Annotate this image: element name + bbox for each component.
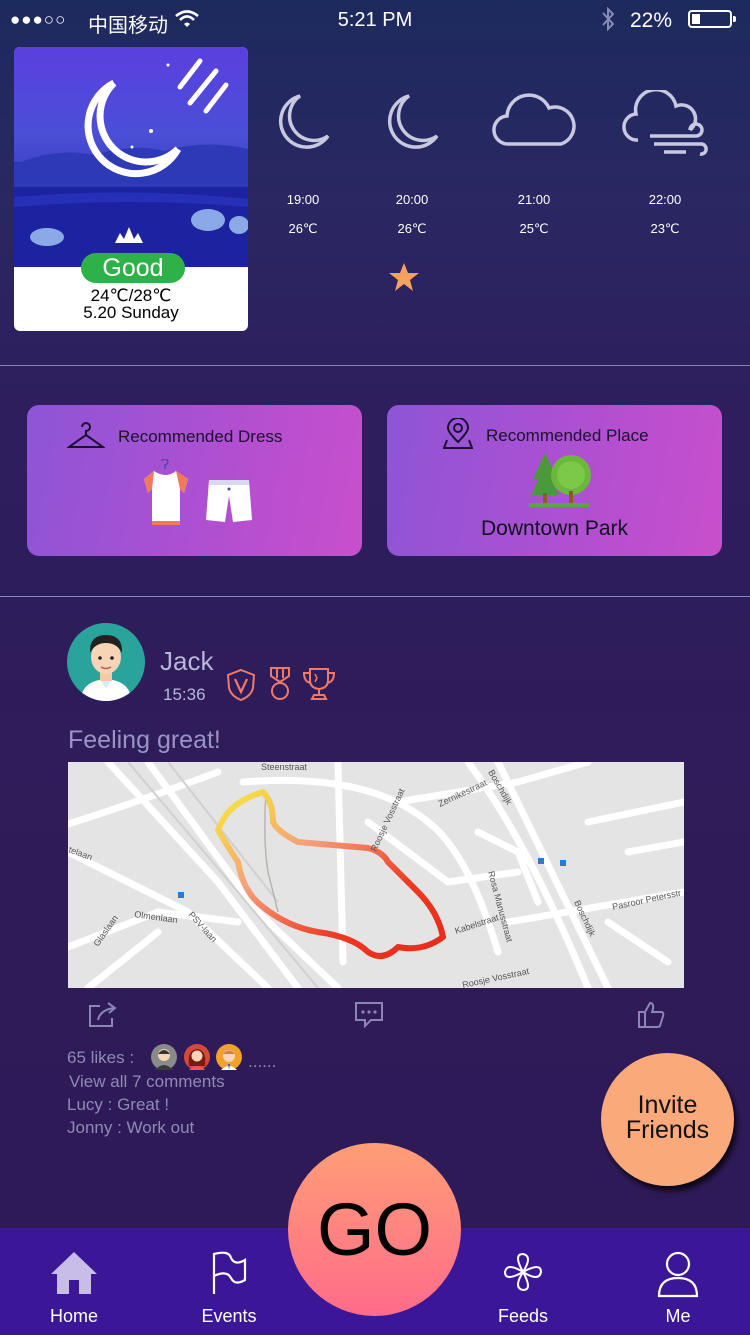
recommended-place-card[interactable]: Recommended Place Downtown Park: [387, 405, 722, 556]
liker-face-image: [155, 1049, 173, 1070]
map-label-street: Steenstraat: [261, 762, 308, 772]
place-title: Recommended Place: [486, 426, 649, 445]
flag-icon: [212, 1251, 247, 1294]
comment-item: Jonny : Work out: [67, 1118, 195, 1137]
trophy-icon: [302, 668, 336, 700]
night-scene-illustration: [14, 58, 248, 267]
forecast-time: 19:00: [286, 192, 320, 207]
status-bar: ●●●○○ 中国移动 5:21 PM 22%: [0, 0, 750, 40]
place-name: Downtown Park: [480, 517, 629, 540]
liker-face-image: [221, 1050, 237, 1070]
wind-cloud-icon: [622, 90, 708, 156]
post-time: 15:36: [163, 685, 206, 704]
battery-percent: 22%: [630, 9, 673, 32]
section-divider: [0, 596, 750, 597]
forecast-item[interactable]: 21:00 25℃: [479, 90, 589, 236]
tab-me[interactable]: Me: [628, 1250, 728, 1326]
likes-count[interactable]: 65 likes :: [67, 1048, 134, 1068]
route-map[interactable]: Steenstraat Boschdijk Zernikestraat Rosa…: [68, 762, 684, 988]
forecast-item[interactable]: 22:00 23℃: [610, 90, 720, 236]
pinwheel-icon: [503, 1252, 543, 1292]
liker-avatar[interactable]: [216, 1044, 242, 1070]
forecast-time: 22:00: [648, 192, 682, 207]
forecast-temp: 25℃: [519, 221, 549, 236]
section-divider: [0, 365, 750, 366]
forecast-item[interactable]: 20:00 26℃: [357, 90, 467, 236]
tab-events[interactable]: Events: [179, 1250, 279, 1326]
moon-icon: [387, 94, 439, 149]
comment-item: Lucy : Great !: [67, 1095, 170, 1114]
liker-avatar[interactable]: [184, 1044, 210, 1070]
tab-label: Feeds: [497, 1306, 549, 1326]
home-icon: [51, 1252, 97, 1294]
comment-icon[interactable]: [353, 1000, 385, 1030]
like-icon[interactable]: [636, 1000, 666, 1030]
forecast-temp: 26℃: [288, 221, 318, 236]
dress-title: Recommended Dress: [118, 427, 283, 446]
map-route-drawing: Steenstraat Boschdijk Zernikestraat Rosa…: [68, 762, 684, 988]
invite-label-line1: Invite: [637, 1091, 698, 1119]
verified-shield-icon: [226, 668, 256, 702]
post-text: Feeling great!: [68, 726, 221, 754]
tab-feeds[interactable]: Feeds: [473, 1250, 573, 1326]
post-username[interactable]: Jack: [160, 646, 213, 677]
share-icon[interactable]: [86, 1000, 120, 1030]
current-weather-card[interactable]: 24℃/28℃ 5.20 Sunday: [14, 47, 248, 331]
moon-icon: [278, 94, 330, 149]
tab-label: Home: [49, 1306, 98, 1326]
temp-range: 24℃/28℃: [90, 286, 172, 305]
view-comments-link[interactable]: View all 7 comments: [69, 1072, 225, 1092]
forecast-time: 21:00: [517, 192, 551, 207]
liker-face-image: [188, 1049, 206, 1070]
user-avatar-image: [81, 635, 131, 701]
location-pin-icon: [443, 418, 473, 449]
hanger-icon: [67, 422, 105, 448]
tab-label: Events: [201, 1306, 257, 1326]
forecast-temp: 23℃: [650, 221, 680, 236]
tab-home[interactable]: Home: [24, 1250, 124, 1326]
bluetooth-icon: [602, 6, 615, 32]
person-icon: [657, 1251, 699, 1298]
medal-icon: [270, 667, 290, 700]
avatar[interactable]: [67, 623, 145, 701]
tab-label: Me: [665, 1306, 691, 1326]
park-trees-icon: [529, 453, 591, 507]
battery-icon: [688, 10, 736, 28]
forecast-item[interactable]: 19:00 26℃: [248, 90, 358, 236]
invite-label-line2: Friends: [625, 1116, 710, 1144]
star-icon[interactable]: [388, 261, 420, 293]
temperature-and-date: 24℃/28℃ 5.20 Sunday: [14, 287, 248, 321]
date-label: 5.20 Sunday: [83, 303, 179, 322]
more-likers[interactable]: ......: [248, 1052, 276, 1072]
shorts-icon: [206, 480, 252, 522]
go-button[interactable]: GO: [288, 1143, 461, 1316]
forecast-time: 20:00: [395, 192, 429, 207]
recommended-dress-card[interactable]: Recommended Dress: [27, 405, 362, 556]
tshirt-icon: [144, 459, 188, 525]
cloud-icon: [492, 93, 576, 146]
forecast-temp: 26℃: [397, 221, 427, 236]
liker-avatar[interactable]: [151, 1044, 177, 1070]
air-quality-badge: Good: [81, 253, 185, 283]
invite-friends-button[interactable]: Invite Friends: [601, 1053, 734, 1186]
